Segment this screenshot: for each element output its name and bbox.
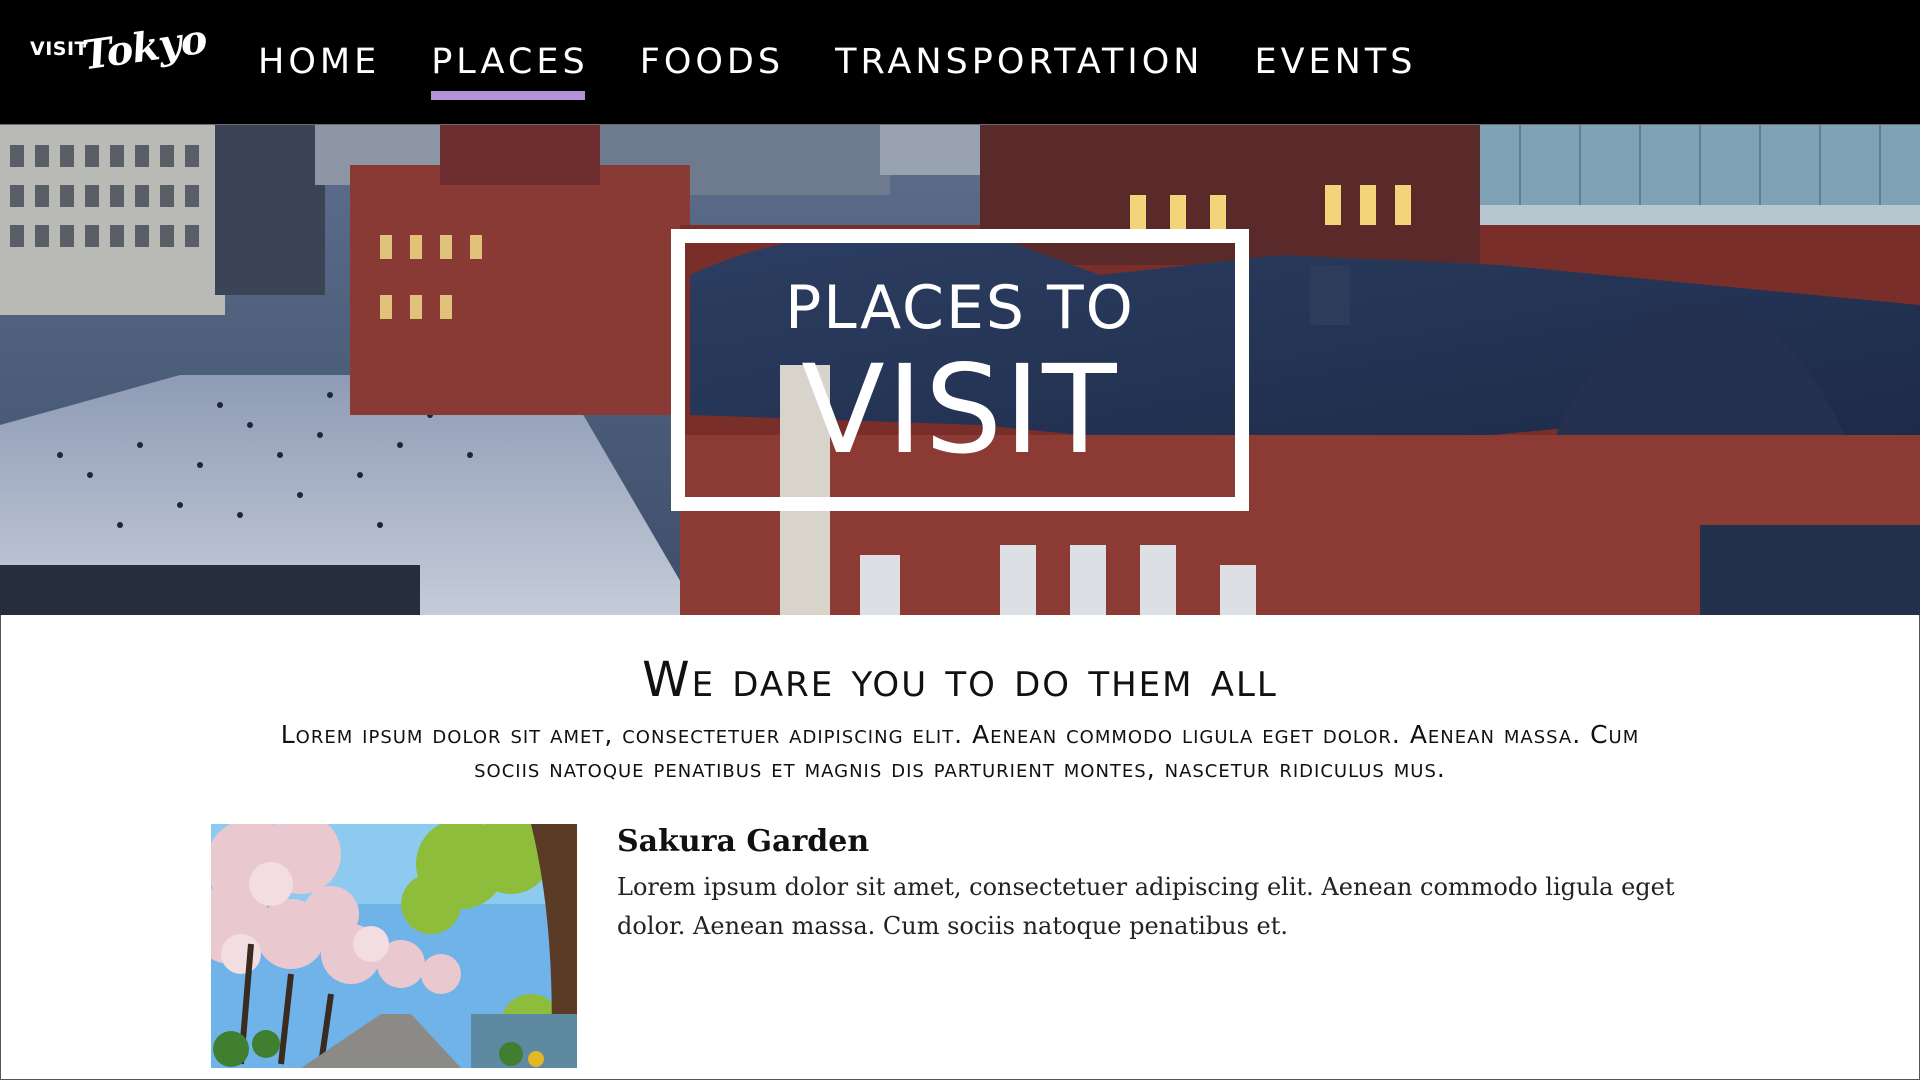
hero-banner: PLACES TO VISIT bbox=[0, 125, 1920, 615]
hero-title-box: PLACES TO VISIT bbox=[671, 229, 1249, 511]
nav-link-places[interactable]: PLACES bbox=[431, 0, 589, 124]
place-card[interactable]: Sakura Garden Lorem ipsum dolor sit amet… bbox=[211, 824, 1711, 1069]
nav-link-home[interactable]: HOME bbox=[258, 0, 380, 124]
sakura-garden-image bbox=[211, 824, 577, 1068]
top-navigation-bar: VISIT Tokyo HOME PLACES FOODS TRANSPORTA… bbox=[0, 0, 1920, 125]
hero-title-line1: PLACES TO bbox=[785, 273, 1135, 343]
place-title[interactable]: Sakura Garden bbox=[617, 824, 869, 859]
nav-link-foods[interactable]: FOODS bbox=[640, 0, 784, 124]
logo-visit-text: VISIT bbox=[30, 38, 88, 60]
site-logo[interactable]: VISIT Tokyo bbox=[30, 16, 209, 100]
nav-links: HOME PLACES FOODS TRANSPORTATION EVENTS bbox=[258, 0, 1467, 124]
nav-link-events[interactable]: EVENTS bbox=[1254, 0, 1416, 124]
section-description: Lorem ipsum dolor sit amet, consectetuer… bbox=[280, 720, 1640, 783]
section-heading: We dare you to do them all bbox=[642, 652, 1278, 708]
logo-city-text: Tokyo bbox=[79, 15, 210, 80]
place-description: Lorem ipsum dolor sit amet, consectetuer… bbox=[617, 873, 1675, 940]
place-photo[interactable] bbox=[211, 824, 577, 1068]
nav-link-transportation[interactable]: TRANSPORTATION bbox=[835, 0, 1203, 124]
hero-title-line2: VISIT bbox=[801, 339, 1119, 481]
